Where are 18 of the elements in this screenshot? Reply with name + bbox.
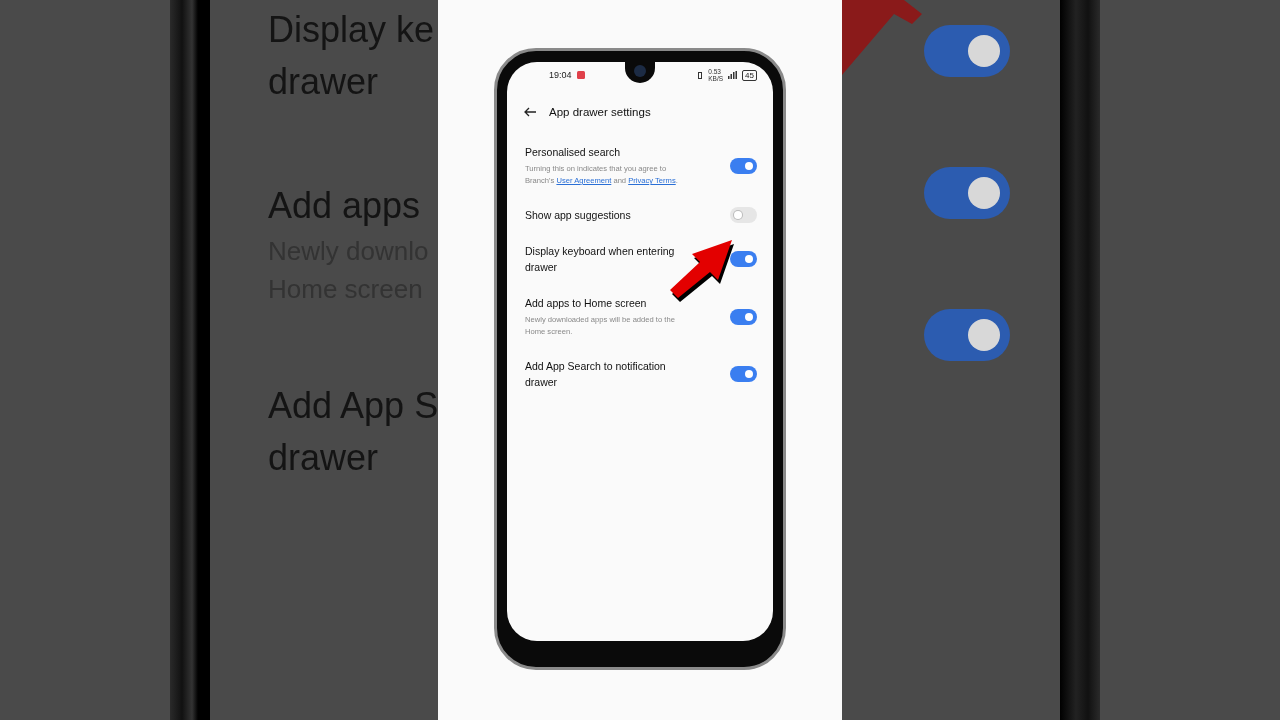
setting-title: Personalised search	[525, 145, 622, 160]
battery-level: 45	[742, 69, 757, 81]
signal-icon	[728, 71, 738, 79]
setting-title: Show app suggestions	[525, 208, 632, 223]
vibrate-icon	[697, 71, 704, 79]
toggle-switch[interactable]	[730, 157, 757, 174]
setting-title: Display keyboard when entering drawer	[525, 244, 676, 275]
notification-icon	[576, 71, 585, 79]
page-title: App drawer settings	[549, 106, 651, 118]
setting-title: Add App Search to notification drawer	[525, 359, 667, 390]
status-time: 19:04	[549, 70, 572, 80]
toggle-switch[interactable]	[730, 207, 757, 223]
setting-title: Add apps to Home screen	[525, 296, 648, 311]
toggle-switch[interactable]	[730, 308, 757, 325]
back-icon[interactable]	[523, 107, 537, 117]
toggle-switch[interactable]	[730, 251, 757, 267]
toggle-switch[interactable]	[730, 366, 757, 382]
camera-icon	[634, 65, 646, 77]
